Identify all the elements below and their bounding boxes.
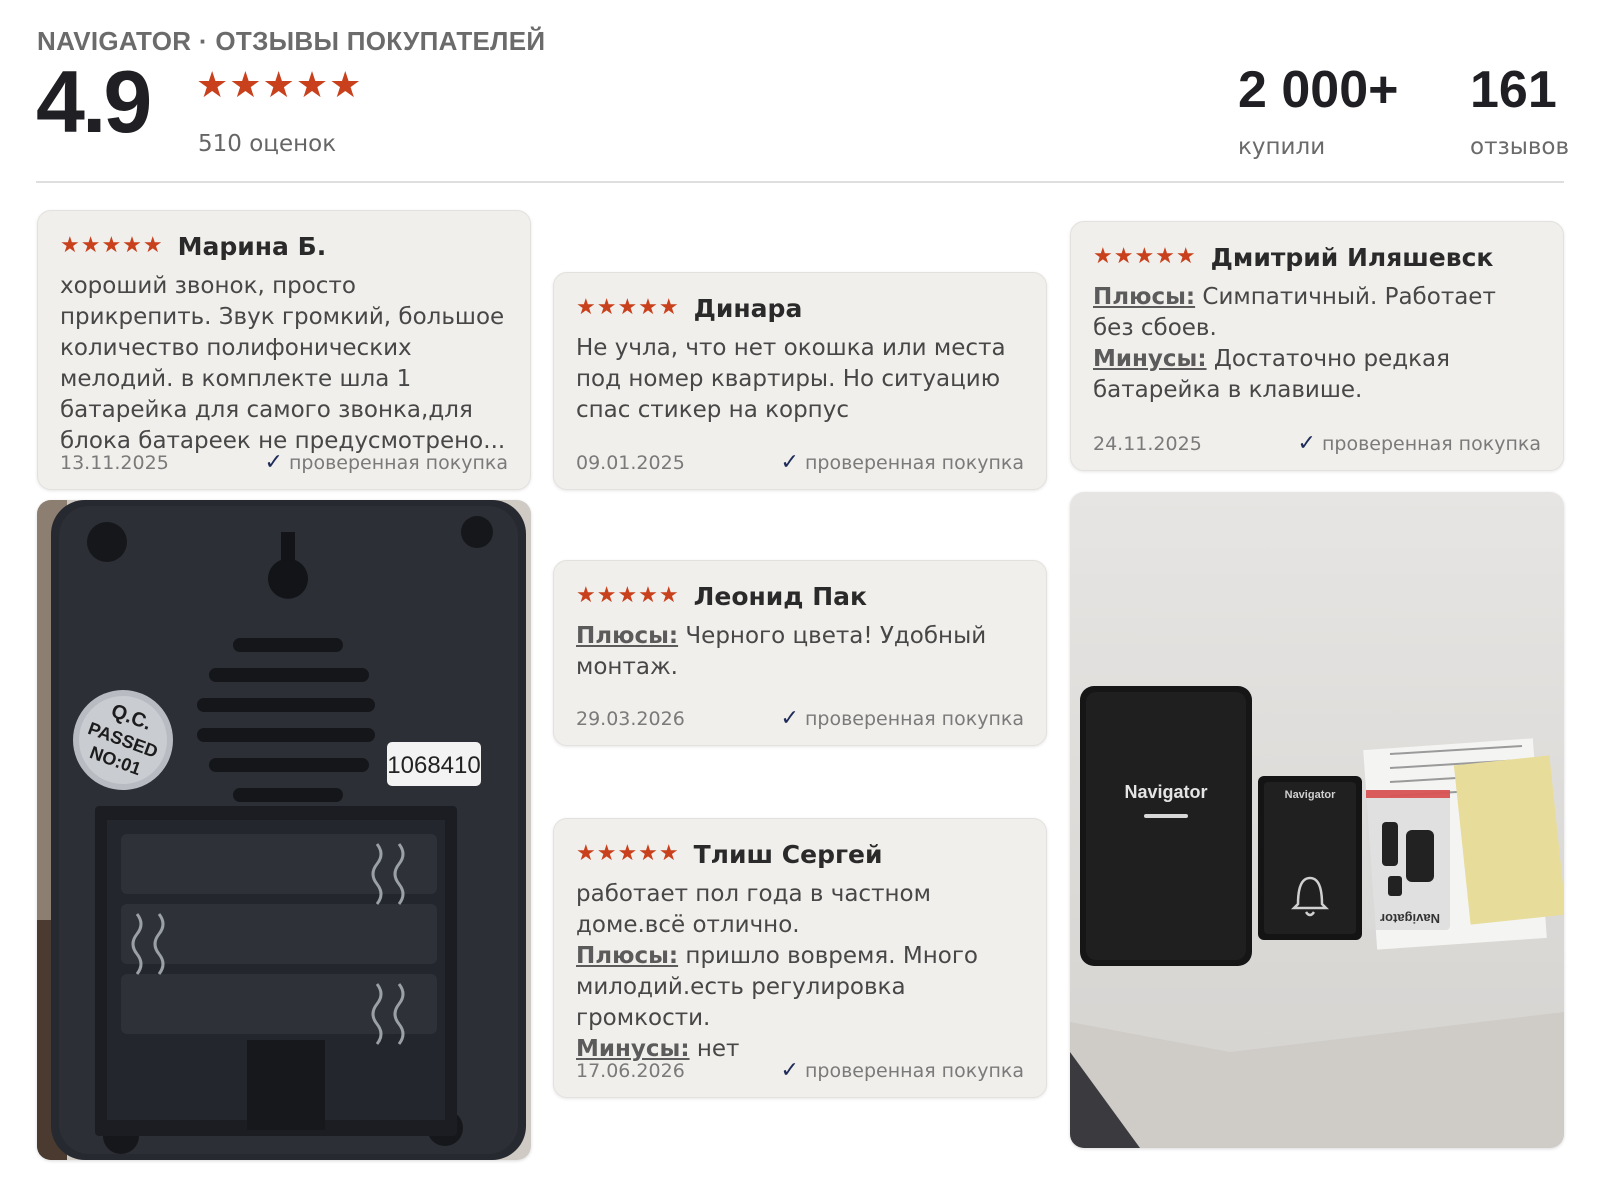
- review-text: Плюсы: Черного цвета! Удобный монтаж.: [576, 621, 1024, 683]
- verified-badge: ✓ проверенная покупка: [781, 450, 1024, 475]
- cons-label: Минусы:: [1093, 346, 1207, 372]
- review-author: Дмитрий Иляшевск: [1210, 242, 1494, 272]
- stat-reviews: 161 отзывов: [1470, 64, 1569, 160]
- review-card[interactable]: ★★★★★ Динара Не учла, что нет окошка или…: [553, 272, 1047, 490]
- verified-label: проверенная покупка: [804, 1059, 1024, 1082]
- review-main-text: работает пол года в частном доме.всё отл…: [576, 881, 931, 938]
- review-stars-icon: ★★★★★: [576, 841, 680, 866]
- review-card[interactable]: ★★★★★ Леонид Пак Плюсы: Черного цвета! У…: [553, 560, 1047, 746]
- checkmark-icon: ✓: [264, 450, 283, 475]
- review-author: Тлиш Сергей: [693, 839, 883, 869]
- review-date: 24.11.2025: [1093, 432, 1202, 455]
- checkmark-icon: ✓: [780, 450, 799, 475]
- header-divider: [36, 181, 1564, 183]
- review-stars-icon: ★★★★★: [576, 583, 680, 608]
- verified-badge: ✓ проверенная покупка: [781, 706, 1024, 731]
- review-text: Не учла, что нет окошка или места под но…: [576, 335, 1006, 423]
- review-stars-icon: ★★★★★: [1093, 244, 1197, 269]
- review-card[interactable]: ★★★★★ Тлиш Сергей работает пол года в ча…: [553, 818, 1047, 1098]
- serial-label: 1068410: [387, 752, 480, 779]
- verified-badge: ✓ проверенная покупка: [781, 1058, 1024, 1083]
- stat-reviews-label: отзывов: [1470, 134, 1570, 160]
- review-date: 17.06.2026: [576, 1059, 685, 1082]
- stat-bought-label: купили: [1238, 134, 1326, 160]
- review-card[interactable]: ★★★★★ Марина Б. хороший звонок, просто п…: [37, 210, 531, 490]
- device-back-illustration: Q.C. PASSED NO:01 1068410: [37, 500, 531, 1160]
- review-text: работает пол года в частном доме.всё отл…: [576, 879, 1024, 1065]
- stat-bought-value: 2 000+: [1238, 61, 1399, 119]
- kit-illustration: Navigator Navigator Navigator: [1070, 492, 1564, 1148]
- review-photo-battery-compartment[interactable]: Q.C. PASSED NO:01 1068410: [37, 500, 531, 1160]
- pros-label: Плюсы:: [576, 623, 679, 649]
- review-card[interactable]: ★★★★★ Дмитрий Иляшевск Плюсы: Симпатичны…: [1070, 221, 1564, 471]
- checkmark-icon: ✓: [780, 706, 799, 731]
- review-stars-icon: ★★★★★: [60, 233, 164, 258]
- button-brand: Navigator: [1285, 789, 1336, 801]
- pros-label: Плюсы:: [1093, 284, 1196, 310]
- review-date: 13.11.2025: [60, 451, 169, 474]
- manual-brand: Navigator: [1380, 911, 1440, 926]
- verified-label: проверенная покупка: [288, 451, 508, 474]
- review-text: Плюсы: Симпатичный. Работает без сбоев. …: [1093, 282, 1541, 406]
- checkmark-icon: ✓: [1297, 431, 1316, 456]
- receiver-brand: Navigator: [1124, 782, 1207, 802]
- rating-stars-icon: ★★★★★: [196, 65, 363, 106]
- review-text: хороший звонок, просто прикрепить. Звук …: [60, 273, 506, 454]
- stat-bought: 2 000+ купили: [1238, 64, 1399, 160]
- verified-label: проверенная покупка: [804, 451, 1024, 474]
- checkmark-icon: ✓: [780, 1058, 799, 1083]
- verified-label: проверенная покупка: [804, 707, 1024, 730]
- verified-badge: ✓ проверенная покупка: [1298, 431, 1541, 456]
- review-author: Марина Б.: [177, 231, 327, 261]
- review-author: Леонид Пак: [693, 581, 867, 611]
- ratings-count: 510 оценок: [198, 131, 337, 157]
- average-rating: 4.9: [36, 52, 152, 151]
- stat-reviews-value: 161: [1470, 61, 1557, 119]
- review-author: Динара: [693, 293, 803, 323]
- review-date: 09.01.2025: [576, 451, 685, 474]
- verified-badge: ✓ проверенная покупка: [265, 450, 508, 475]
- verified-label: проверенная покупка: [1321, 432, 1541, 455]
- pros-label: Плюсы:: [576, 943, 679, 969]
- review-photo-kit-contents[interactable]: Navigator Navigator Navigator: [1070, 492, 1564, 1148]
- review-date: 29.03.2026: [576, 707, 685, 730]
- review-stars-icon: ★★★★★: [576, 295, 680, 320]
